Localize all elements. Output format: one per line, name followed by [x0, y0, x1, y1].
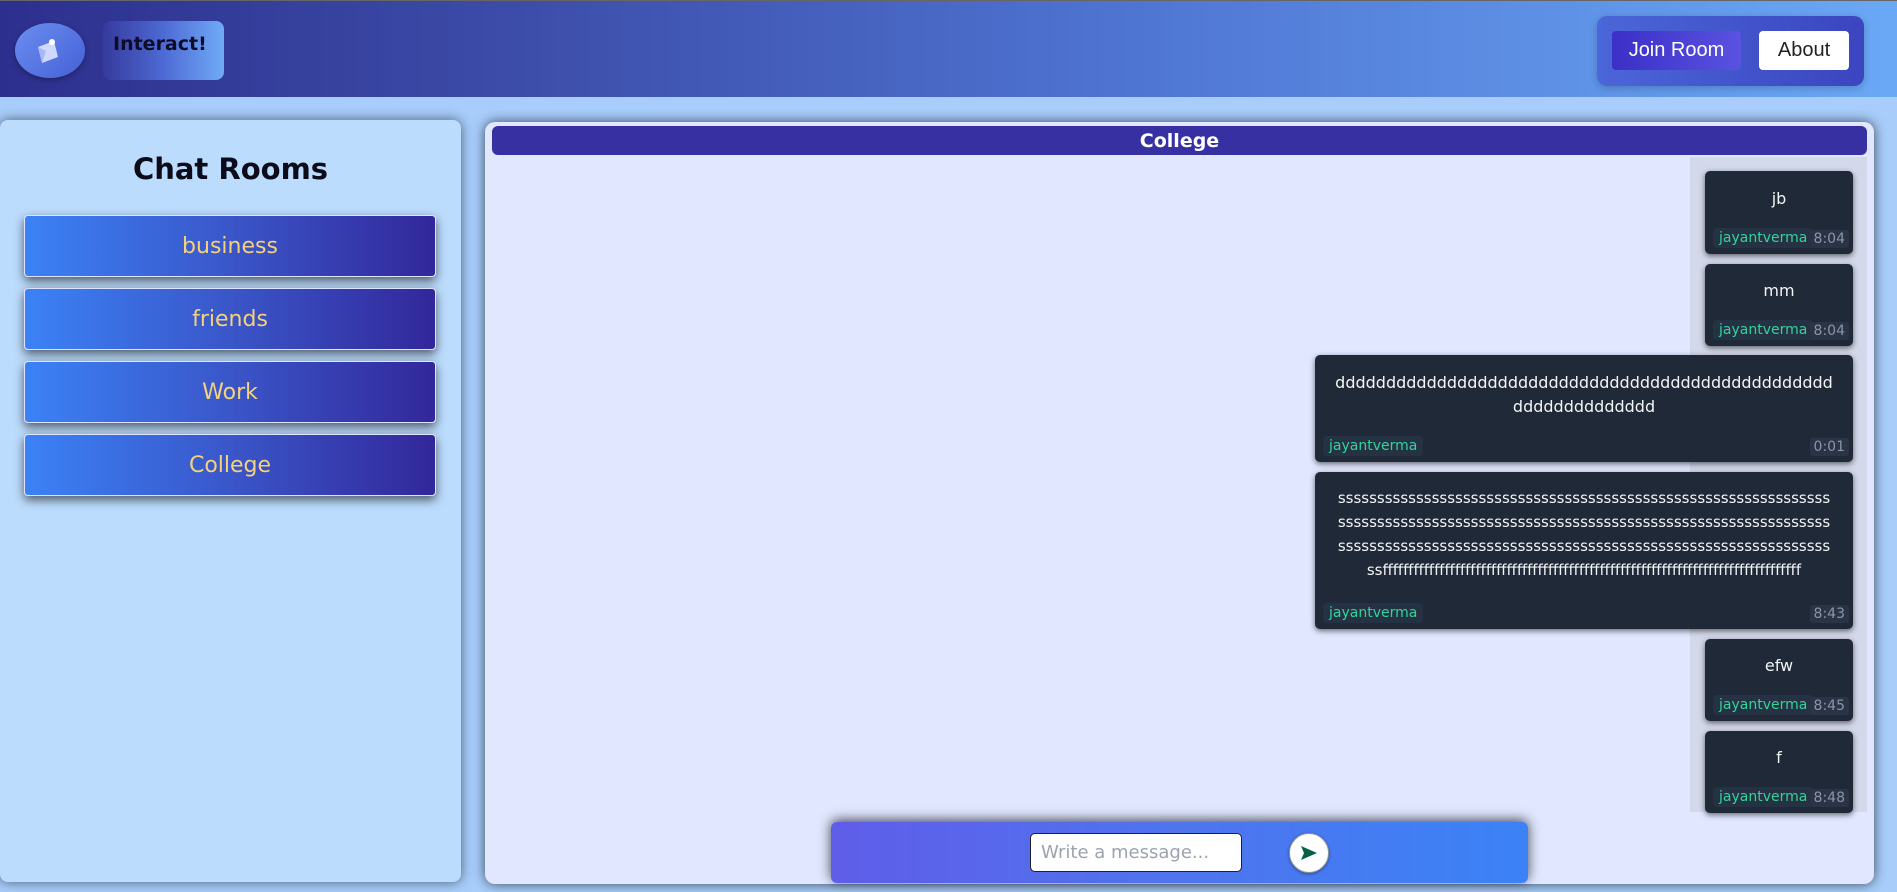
- message-username: jayantverma: [1713, 695, 1814, 715]
- message-username: jayantverma: [1713, 787, 1814, 807]
- top-navbar: Interact! Join Room About: [0, 0, 1897, 97]
- message-bubble: f jayantverma 8:48: [1705, 731, 1853, 813]
- brand-logo[interactable]: Interact!: [103, 21, 224, 80]
- message-timestamp: 8:04: [1809, 322, 1849, 340]
- about-button[interactable]: About: [1759, 31, 1849, 70]
- message-timestamp: 8:48: [1809, 789, 1849, 807]
- chat-logo-icon: [38, 38, 58, 63]
- message-composer: [831, 822, 1528, 883]
- join-room-button[interactable]: Join Room: [1612, 31, 1741, 70]
- message-timestamp: 8:45: [1809, 697, 1849, 715]
- room-item-friends[interactable]: friends: [24, 288, 436, 350]
- chat-panel: College jb jayantverma 8:04 mm jayantver…: [485, 122, 1874, 884]
- message-text: dddddddddddddddddddddddddddddddddddddddd…: [1335, 373, 1833, 416]
- message-username: jayantverma: [1323, 436, 1424, 456]
- message-text: ssssssssssssssssssssssssssssssssssssssss…: [1337, 489, 1831, 579]
- message-timestamp: 8:43: [1809, 605, 1849, 623]
- message-username: jayantverma: [1713, 320, 1814, 340]
- message-input[interactable]: [1030, 833, 1242, 872]
- room-item-college[interactable]: College: [24, 434, 436, 496]
- message-timestamp: 0:01: [1809, 438, 1849, 456]
- room-item-business[interactable]: business: [24, 215, 436, 277]
- logo-icon[interactable]: [15, 23, 85, 78]
- send-arrow-icon: [1301, 846, 1317, 860]
- message-username: jayantverma: [1323, 603, 1424, 623]
- send-button[interactable]: [1289, 833, 1329, 873]
- message-text: jb: [1771, 189, 1787, 208]
- message-username: jayantverma: [1713, 228, 1814, 248]
- message-bubble: efw jayantverma 8:45: [1705, 639, 1853, 721]
- message-bubble: ssssssssssssssssssssssssssssssssssssssss…: [1315, 472, 1853, 629]
- message-text: efw: [1764, 656, 1794, 675]
- chat-rooms-sidebar: Chat Rooms business friends Work College: [0, 120, 461, 882]
- message-bubble: jb jayantverma 8:04: [1705, 171, 1853, 254]
- message-text: mm: [1763, 281, 1795, 300]
- chat-room-title: College: [492, 126, 1867, 155]
- message-bubble: mm jayantverma 8:04: [1705, 264, 1853, 346]
- message-bubble: dddddddddddddddddddddddddddddddddddddddd…: [1315, 355, 1853, 462]
- room-item-work[interactable]: Work: [24, 361, 436, 423]
- sidebar-title: Chat Rooms: [132, 152, 329, 186]
- nav-menu: Join Room About: [1597, 16, 1864, 86]
- message-text: f: [1776, 748, 1782, 767]
- message-timestamp: 8:04: [1809, 230, 1849, 248]
